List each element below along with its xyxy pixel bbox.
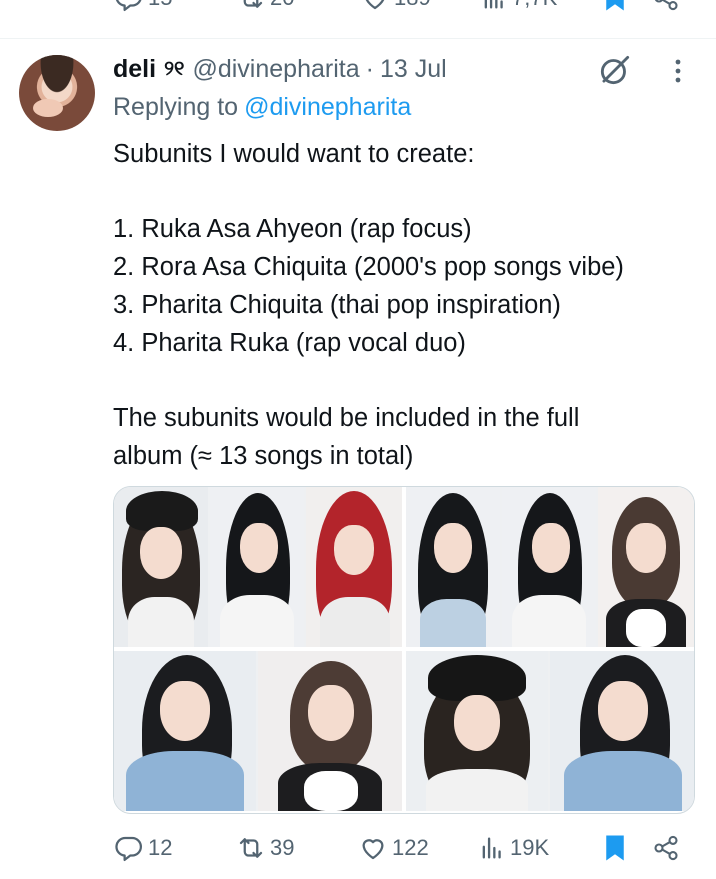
previous-views-button[interactable]: 7,7K — [480, 0, 557, 18]
repost-button[interactable]: 39 — [236, 828, 294, 868]
previous-like-button[interactable]: 189 — [360, 0, 431, 18]
reply-icon — [115, 0, 142, 11]
tweet-line-blank — [113, 174, 703, 212]
heart-icon — [362, 839, 384, 860]
more-options-button[interactable] — [668, 56, 688, 91]
repost-icon — [243, 0, 263, 8]
avatar-hand — [33, 99, 63, 117]
repost-count: 39 — [270, 835, 295, 860]
photo-panel — [114, 651, 256, 811]
media-photo-3[interactable] — [114, 651, 402, 811]
user-handle[interactable]: @divinepharita — [192, 55, 359, 84]
reply-button[interactable]: 12 — [114, 828, 172, 868]
photo-panel — [210, 487, 304, 647]
tweet-line: 4. Pharita Ruka (rap vocal duo) — [113, 328, 466, 357]
media-photo-2[interactable] — [406, 487, 694, 647]
repost-icon — [239, 838, 263, 858]
tweet-line: Subunits I would want to create: — [113, 140, 475, 168]
photo-panel — [406, 651, 548, 811]
tweet-line: album (≈ 13 songs in total) — [113, 441, 414, 470]
grok-icon — [600, 55, 630, 85]
media-photo-4[interactable] — [406, 651, 694, 811]
previous-bookmark-button[interactable] — [602, 0, 628, 18]
tweet-line: 3. Pharita Chiquita (thai pop inspiratio… — [113, 290, 561, 319]
share-icon — [654, 0, 678, 11]
tweet-line: 2. Rora Asa Chiquita (2000's pop songs v… — [113, 253, 624, 282]
reply-icon — [115, 836, 142, 861]
photo-panel — [550, 651, 694, 811]
views-icon — [482, 837, 501, 859]
previous-repost-button[interactable]: 20 — [236, 0, 294, 18]
share-icon — [654, 835, 678, 861]
like-button[interactable]: 122 — [358, 828, 429, 868]
views-count: 19K — [510, 835, 550, 860]
photo-panel — [598, 487, 694, 647]
photo-panel — [406, 487, 500, 647]
previous-repost-count: 20 — [270, 0, 294, 11]
heart-icon — [365, 0, 385, 10]
views-button[interactable]: 19K — [478, 828, 549, 868]
previous-reply-count: 15 — [148, 0, 172, 11]
bookmark-icon — [606, 0, 624, 11]
tweet-text: Subunits I would want to create: 1. Ruka… — [113, 136, 703, 475]
media-photo-1[interactable] — [114, 487, 402, 647]
share-button[interactable] — [652, 828, 680, 868]
photo-panel — [114, 487, 208, 647]
grok-button[interactable] — [596, 51, 634, 94]
photo-panel — [502, 487, 596, 647]
tweet-line: The subunits would be included in the fu… — [113, 403, 580, 432]
tweet-line-blank — [113, 362, 703, 400]
like-count: 122 — [392, 835, 429, 860]
bookmark-icon — [606, 835, 624, 861]
display-name-emoji: ୨୧ — [164, 57, 185, 80]
previous-views-count: 7,7K — [512, 0, 557, 11]
separator-dot: · — [365, 54, 374, 83]
timestamp[interactable]: 13 Jul — [380, 55, 447, 84]
views-icon — [484, 0, 503, 9]
photo-panel — [258, 651, 402, 811]
replying-to: Replying to @divinepharita — [113, 93, 411, 122]
previous-reply-button[interactable]: 15 — [114, 0, 172, 18]
bookmark-button[interactable] — [602, 828, 628, 868]
previous-share-button[interactable] — [652, 0, 680, 18]
tweet-header: deli ୨୧ @divinepharita · 13 Jul — [113, 52, 447, 86]
reply-count: 12 — [148, 835, 173, 860]
tweet-line: 1. Ruka Asa Ahyeon (rap focus) — [113, 215, 472, 244]
replying-to-label: Replying to — [113, 93, 239, 121]
previous-tweet-action-bar: 15 20 189 7,7K — [0, 0, 716, 28]
media-grid — [113, 486, 695, 814]
display-name[interactable]: deli — [113, 55, 156, 84]
photo-panel — [306, 487, 402, 647]
previous-like-count: 189 — [394, 0, 431, 11]
tweet-divider — [0, 38, 716, 39]
replying-to-mention[interactable]: @divinepharita — [244, 93, 411, 121]
avatar-hair — [19, 55, 95, 131]
avatar[interactable] — [19, 55, 95, 131]
more-icon — [675, 59, 681, 83]
tweet-action-bar: 12 39 122 19K — [0, 826, 716, 870]
